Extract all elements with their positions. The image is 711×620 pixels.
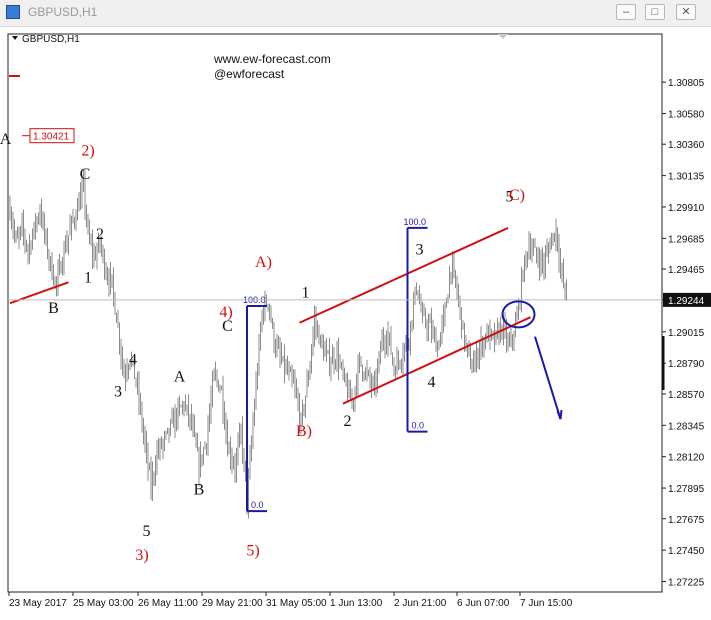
- x-tick-label: 23 May 2017: [9, 598, 67, 609]
- time-axis: 23 May 2017 25 May 03:00 26 May 11:00 29 Ma…: [8, 592, 573, 609]
- fib-bottom-label: 0.0: [412, 421, 425, 431]
- chart-window: GBPUSD,H1 – □ ✕ 1.30421 100.0 0.0 100.0 0.0 …: [0, 0, 711, 620]
- x-tick-label: 25 May 03:00: [73, 598, 134, 609]
- y-tick-label: 1.29465: [668, 265, 705, 276]
- wave-label: A: [174, 368, 186, 385]
- y-tick-label: 1.28570: [668, 390, 705, 401]
- wave-label: 5: [143, 523, 151, 540]
- wave-label: 1: [84, 269, 92, 286]
- chart-symbol-label: GBPUSD,H1: [22, 34, 80, 45]
- drawing-layer: 1.30421100.00.0100.00.0: [9, 75, 563, 513]
- x-tick-label: 6 Jun 07:00: [457, 598, 510, 609]
- wave-label-red: 4): [219, 304, 232, 321]
- wave-label-red: 2): [81, 142, 94, 159]
- watermark-url: www.ew-forecast.com: [213, 52, 331, 66]
- price-chart[interactable]: 1.30421100.00.0100.00.0 ACB21435ABC12345…: [0, 26, 711, 620]
- y-tick-label: 1.28120: [668, 453, 705, 464]
- y-tick-label: 1.28345: [668, 421, 705, 432]
- y-tick-label: 1.30580: [668, 110, 705, 121]
- watermark-handle: @ewforecast: [214, 67, 285, 81]
- minimize-button[interactable]: –: [616, 4, 636, 20]
- wave-label-red: A): [255, 254, 272, 271]
- wave-label: 1: [302, 285, 310, 302]
- y-tick-label: 1.30805: [668, 78, 705, 89]
- price-level-label: 1.30421: [33, 132, 70, 143]
- x-tick-label: 26 May 11:00: [138, 598, 198, 609]
- trend-line: [299, 226, 509, 324]
- y-tick-label: 1.29685: [668, 234, 705, 245]
- fib-bottom-label: 0.0: [251, 500, 264, 510]
- y-tick-label: 1.27225: [668, 578, 705, 589]
- wave-label-red: 3): [135, 547, 148, 564]
- plot-frame: [7, 33, 663, 593]
- y-tick-label: 1.27450: [668, 546, 705, 557]
- x-tick-label: 2 Jun 21:00: [394, 598, 447, 609]
- y-tick-label: 1.28790: [668, 359, 705, 370]
- window-title: GBPUSD,H1: [28, 5, 98, 19]
- chart-shift-icon: [498, 34, 508, 39]
- x-tick-label: 29 May 21:00: [202, 598, 263, 609]
- wave-label: 3: [114, 384, 122, 401]
- wave-label: 2: [344, 413, 352, 430]
- y-tick-label: 1.29015: [668, 328, 705, 339]
- x-tick-label: 1 Jun 13:00: [330, 598, 383, 609]
- wave-label: C: [80, 166, 91, 183]
- wave-label-red: 5): [246, 543, 259, 560]
- symbol-dropdown-icon: [12, 36, 18, 40]
- candles-layer: [9, 169, 567, 519]
- wave-label: 2: [96, 226, 104, 243]
- y-tick-label: 1.29244: [668, 296, 705, 307]
- x-tick-label: 31 May 05:00: [266, 598, 327, 609]
- close-button[interactable]: ✕: [676, 4, 696, 20]
- y-tick-label: 1.30135: [668, 172, 705, 183]
- maximize-button[interactable]: □: [645, 4, 665, 20]
- trend-line: [342, 316, 531, 405]
- wave-label-red: C): [509, 187, 525, 204]
- wave-label: B: [48, 300, 59, 317]
- wave-label: B: [194, 481, 205, 498]
- window-titlebar[interactable]: GBPUSD,H1 – □ ✕: [0, 0, 711, 27]
- price-axis: 1.30805 1.30580 1.30360 1.30135 1.29910 1.296…: [7, 33, 711, 593]
- chart-window-icon: [6, 5, 20, 19]
- wave-label: 4: [428, 374, 436, 391]
- projection-arrow: [534, 336, 562, 420]
- y-tick-label: 1.29910: [668, 203, 705, 214]
- fib-top-label: 100.0: [404, 217, 427, 227]
- wave-label: 3: [416, 241, 424, 258]
- wave-label-red: B): [296, 423, 312, 440]
- y-tick-label: 1.30360: [668, 140, 705, 151]
- y-tick-label: 1.27675: [668, 515, 705, 526]
- x-tick-label: 7 Jun 15:00: [520, 598, 573, 609]
- wave-label: 4: [129, 352, 137, 369]
- wave-label: A: [0, 131, 12, 148]
- projection-arrow-head: [556, 409, 563, 420]
- y-tick-label: 1.27895: [668, 484, 705, 495]
